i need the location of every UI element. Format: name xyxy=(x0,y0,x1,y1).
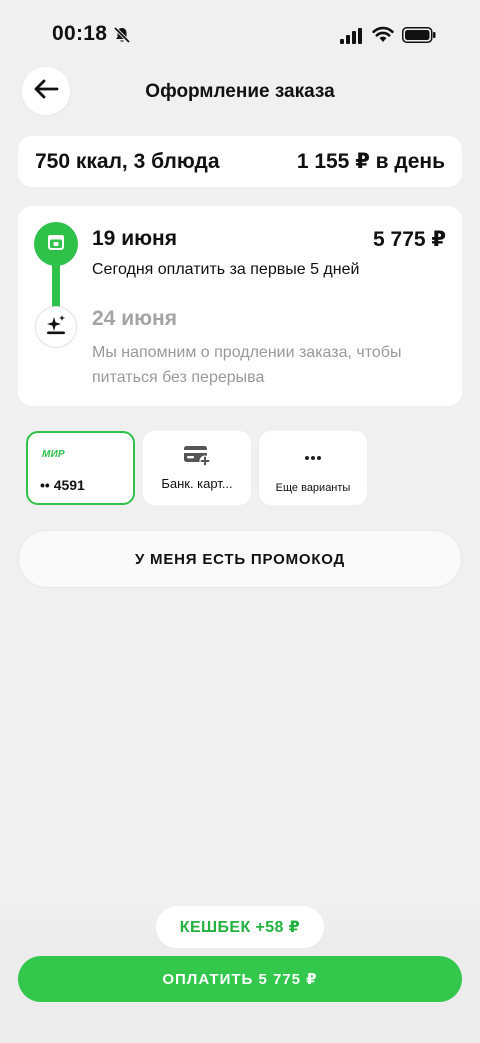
cashback-badge: КЕШБЕК +58 ₽ xyxy=(156,906,324,948)
wifi-icon xyxy=(372,25,394,48)
payment-method-mir-card[interactable]: МИР •• 4591 xyxy=(26,431,135,505)
payment-method-bank-card[interactable]: Банк. карт... xyxy=(143,431,251,505)
promo-code-label: У МЕНЯ ЕСТЬ ПРОМОКОД xyxy=(134,550,346,568)
calendar-icon xyxy=(46,232,66,257)
mir-logo: МИР xyxy=(42,449,65,460)
timeline-step-next xyxy=(35,306,77,348)
order-summary-card: 750 ккал, 3 блюда 1 155 ₽ в день xyxy=(18,136,462,187)
page-title: Оформление заказа xyxy=(145,81,335,102)
step1-amount: 5 775 ₽ xyxy=(373,228,446,251)
summary-calories: 750 ккал, 3 блюда xyxy=(35,149,220,173)
summary-price-per-day: 1 155 ₽ в день xyxy=(296,150,445,173)
status-time: 00:18 xyxy=(52,22,108,45)
bell-off-icon xyxy=(113,26,131,49)
card-number: •• 4591 xyxy=(40,477,85,493)
pay-button-label: ОПЛАТИТЬ 5 775 ₽ xyxy=(162,971,318,988)
payment-schedule-card: 19 июня 5 775 ₽ Сегодня оплатить за перв… xyxy=(18,206,462,406)
promo-code-button[interactable]: У МЕНЯ ЕСТЬ ПРОМОКОД xyxy=(18,530,462,588)
card-add-icon xyxy=(183,444,211,471)
status-bar: 00:18 xyxy=(0,0,480,64)
bank-card-label: Банк. карт... xyxy=(161,476,233,491)
sparkle-icon xyxy=(44,313,68,342)
more-options-label: Еще варианты xyxy=(275,482,351,494)
signal-icon xyxy=(340,28,362,49)
step2-description: Мы напомним о продлении заказа, чтобы пи… xyxy=(92,344,402,386)
timeline-step-current xyxy=(34,222,78,266)
step2-date: 24 июня xyxy=(92,307,177,330)
pay-button[interactable]: ОПЛАТИТЬ 5 775 ₽ xyxy=(18,956,462,1002)
step1-description: Сегодня оплатить за первые 5 дней xyxy=(92,261,360,278)
payment-method-more[interactable]: Еще варианты xyxy=(259,431,367,505)
cashback-label: КЕШБЕК +58 ₽ xyxy=(179,919,301,936)
battery-icon xyxy=(402,27,436,48)
more-dots-icon xyxy=(304,448,322,466)
step1-date: 19 июня xyxy=(92,227,177,250)
